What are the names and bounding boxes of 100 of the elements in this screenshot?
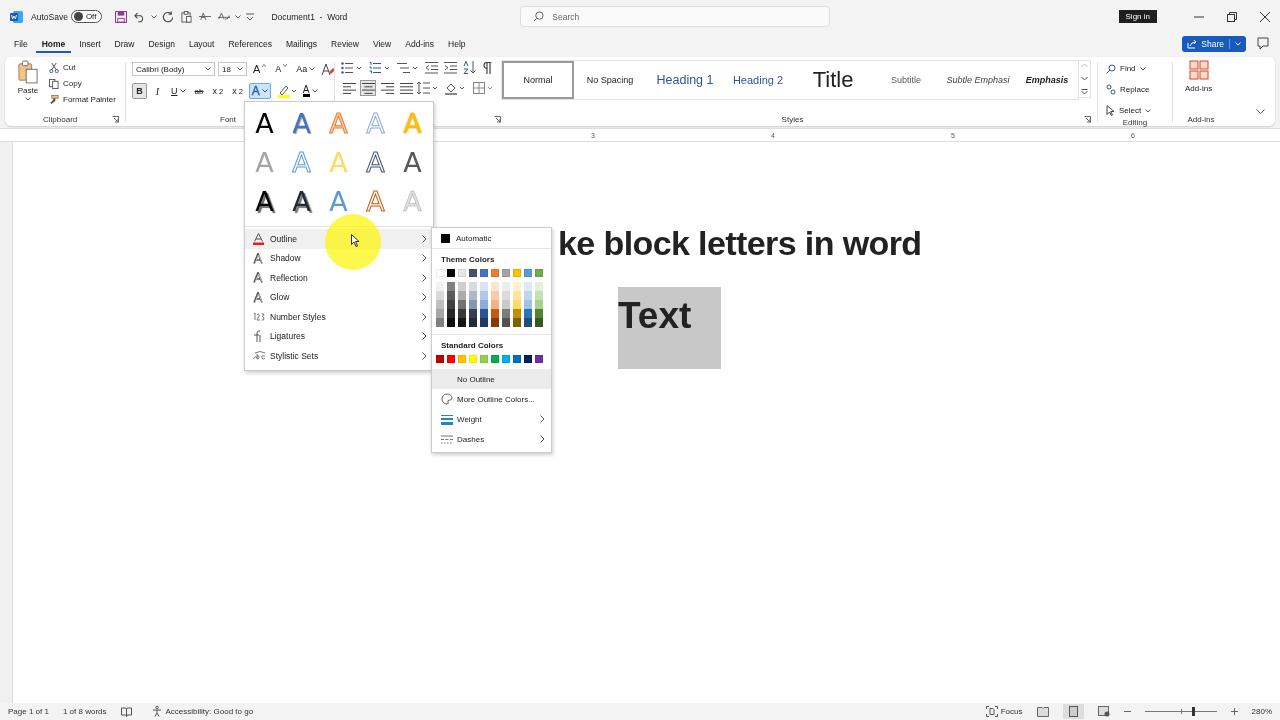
font-name-field[interactable]: Calibri (Body)	[132, 62, 215, 76]
paste-button[interactable]: Paste	[13, 60, 43, 101]
collapse-ribbon-icon[interactable]	[1256, 109, 1265, 114]
style-option[interactable]: Normal	[502, 61, 574, 99]
close-icon[interactable]	[1260, 11, 1270, 22]
menu-item[interactable]: Reflection	[245, 268, 433, 288]
clipboard-button[interactable]: Cut	[47, 60, 118, 75]
color-swatch[interactable]	[491, 309, 499, 318]
color-swatch[interactable]	[436, 282, 444, 291]
color-swatch[interactable]	[447, 309, 455, 318]
ribbon-tab[interactable]: Layout	[182, 35, 221, 53]
color-swatch[interactable]	[480, 300, 488, 309]
style-option[interactable]: Heading 2	[724, 61, 792, 99]
color-swatch[interactable]	[436, 309, 444, 318]
color-swatch[interactable]	[480, 269, 488, 277]
color-swatch[interactable]	[535, 355, 543, 363]
color-swatch[interactable]	[447, 269, 455, 277]
color-swatch[interactable]	[458, 291, 466, 300]
share-button[interactable]: Share	[1182, 36, 1246, 52]
caret-icon[interactable]	[151, 14, 158, 19]
ribbon-tab[interactable]: Help	[442, 35, 472, 53]
color-swatch[interactable]	[469, 291, 477, 300]
style-option[interactable]: Subtitle	[874, 61, 938, 99]
color-swatch[interactable]	[502, 269, 510, 277]
color-swatch[interactable]	[469, 282, 477, 291]
caret-icon[interactable]	[205, 67, 211, 71]
menu-item[interactable]: Number Styles	[245, 307, 433, 327]
color-swatch[interactable]	[535, 291, 543, 300]
highlighter-icon[interactable]	[276, 84, 297, 98]
caret-icon[interactable]	[309, 67, 316, 71]
web-layout-icon[interactable]	[1097, 706, 1110, 717]
color-swatch[interactable]	[513, 300, 521, 309]
ribbon-tab[interactable]: Mailings	[279, 35, 324, 53]
add-ins-button[interactable]: Add-ins	[1185, 60, 1213, 93]
caret-icon[interactable]	[1145, 108, 1152, 113]
menu-item[interactable]: Dashes	[432, 429, 551, 449]
editing-button[interactable]: Find	[1104, 61, 1148, 76]
ribbon-tab[interactable]: View	[366, 35, 398, 53]
comments-icon[interactable]	[1256, 37, 1270, 51]
color-swatch[interactable]	[524, 355, 532, 363]
color-swatch[interactable]	[535, 309, 543, 318]
caret-icon[interactable]	[179, 89, 186, 93]
color-swatch[interactable]	[491, 318, 499, 327]
color-swatch[interactable]	[513, 355, 521, 363]
color-swatch[interactable]	[524, 282, 532, 291]
color-swatch[interactable]	[458, 309, 466, 318]
page-count[interactable]: Page 1 of 1	[8, 707, 49, 716]
color-swatch[interactable]	[502, 309, 510, 318]
color-swatch[interactable]	[524, 269, 532, 277]
color-swatch[interactable]	[502, 291, 510, 300]
color-swatch[interactable]	[436, 291, 444, 300]
color-swatch[interactable]	[480, 282, 488, 291]
increase-indent-icon[interactable]	[444, 61, 457, 74]
text-effect-option[interactable]: A	[401, 152, 424, 175]
ribbon-tab[interactable]: Draw	[108, 35, 141, 53]
clipboard-icon[interactable]	[181, 10, 193, 23]
color-swatch[interactable]	[491, 300, 499, 309]
caret-icon[interactable]	[261, 89, 268, 93]
menu-item[interactable]: Weight	[432, 409, 551, 429]
menu-item[interactable]: Ligatures	[245, 326, 433, 346]
customize-icon[interactable]	[246, 12, 255, 21]
color-swatch[interactable]	[524, 300, 532, 309]
align-button[interactable]	[341, 80, 357, 96]
font-button[interactable]: A	[248, 83, 271, 99]
decrease-indent-icon[interactable]	[425, 61, 438, 74]
borders-icon[interactable]	[473, 82, 495, 94]
menu-item[interactable]: Stylistic Sets	[245, 346, 433, 366]
color-swatch[interactable]	[480, 355, 488, 363]
text-box[interactable]: Text	[618, 287, 721, 369]
color-swatch[interactable]	[447, 318, 455, 327]
sign-in-button[interactable]: Sign in	[1118, 10, 1157, 23]
dialog-launcher-icon[interactable]	[112, 115, 119, 123]
style-option[interactable]: Subtle Emphasi	[938, 61, 1018, 99]
shading-icon[interactable]	[445, 81, 467, 95]
color-swatch[interactable]	[458, 355, 466, 363]
document-heading[interactable]: ke block letters in word	[558, 224, 922, 263]
font-button[interactable]: B	[132, 83, 147, 99]
clipboard-button[interactable]: Format Painter	[47, 92, 118, 107]
color-swatch[interactable]	[502, 318, 510, 327]
color-swatch[interactable]	[447, 291, 455, 300]
color-swatch[interactable]	[491, 269, 499, 277]
color-swatch[interactable]	[480, 309, 488, 318]
dialog-launcher-icon[interactable]	[494, 115, 501, 123]
menu-item[interactable]: More Outline Colors...	[432, 389, 551, 409]
color-swatch[interactable]	[513, 309, 521, 318]
color-swatch[interactable]	[436, 318, 444, 327]
color-swatch[interactable]	[480, 318, 488, 327]
scroll-up-icon[interactable]	[1081, 63, 1088, 68]
print-layout-button[interactable]	[1062, 704, 1084, 719]
scroll-down-icon[interactable]	[1081, 76, 1088, 81]
caret-icon[interactable]	[25, 97, 31, 101]
color-swatch[interactable]	[458, 282, 466, 291]
autosave-toggle[interactable]: Off	[70, 10, 103, 23]
numbering-icon[interactable]	[369, 61, 391, 74]
color-swatch[interactable]	[469, 309, 477, 318]
align-button[interactable]	[398, 80, 414, 96]
restore-icon[interactable]	[1227, 11, 1237, 22]
ribbon-tab[interactable]: Insert	[73, 35, 107, 53]
ribbon-tab[interactable]: Review	[325, 35, 365, 53]
align-button[interactable]	[379, 80, 395, 96]
